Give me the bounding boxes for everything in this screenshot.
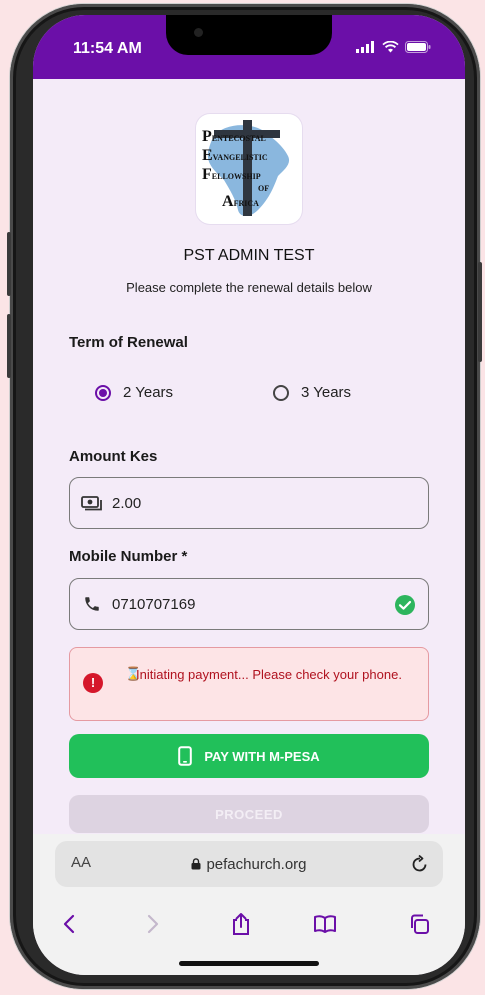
side-button-left-2 xyxy=(7,314,11,378)
alert-message: Initiating payment... Please check your … xyxy=(136,667,402,682)
mobile-label: Mobile Number * xyxy=(69,548,188,565)
page-subtitle: Please complete the renewal details belo… xyxy=(126,280,372,295)
mobile-number-field[interactable]: 0710707169 xyxy=(69,578,429,630)
bookmarks-icon[interactable] xyxy=(311,910,339,938)
side-button-right xyxy=(478,262,482,362)
mobile-value: 0710707169 xyxy=(112,595,196,613)
share-icon[interactable] xyxy=(227,910,255,938)
forward-icon[interactable] xyxy=(139,910,167,938)
logo-line-4: OF xyxy=(258,184,270,193)
status-time: 11:54 AM xyxy=(73,40,142,57)
term-label: Term of Renewal xyxy=(69,334,188,351)
radio-label-3-years: 3 Years xyxy=(301,384,352,401)
phone-screen: 11:54 AM PENTECOSTAL EVANGELISTIC FELLOW… xyxy=(33,15,465,975)
mobile-phone-icon xyxy=(178,746,193,766)
home-indicator xyxy=(179,961,319,966)
page-title: PST ADMIN TEST xyxy=(183,247,315,264)
logo-line-1: PENTECOSTAL xyxy=(202,128,266,145)
logo-text: PENTECOSTAL EVANGELISTIC FELLOWSHIP OF A… xyxy=(202,128,302,212)
logo-line-3: FELLOWSHIP xyxy=(202,166,261,183)
signal-icon xyxy=(356,41,374,53)
tabs-icon[interactable] xyxy=(405,910,433,938)
logo-line-5: AFRICA xyxy=(222,193,259,210)
back-icon[interactable] xyxy=(55,910,83,938)
status-icons xyxy=(356,41,431,53)
lock-icon xyxy=(191,858,201,870)
radio-2-years[interactable]: 2 Years xyxy=(95,384,173,401)
logo-line-2: EVANGELISTIC xyxy=(202,147,268,164)
amount-label: Amount Kes xyxy=(69,448,158,465)
camera-icon xyxy=(194,28,203,37)
safari-browser-bar: AA pefachurch.org xyxy=(33,834,465,975)
payment-status-alert: ! ⌛ Initiating payment... Please check y… xyxy=(69,647,429,721)
pay-button-label: PAY WITH M-PESA xyxy=(204,748,320,764)
reload-icon[interactable] xyxy=(411,854,429,874)
wifi-icon xyxy=(382,41,399,53)
pay-with-mpesa-button[interactable]: PAY WITH M-PESA xyxy=(69,734,429,778)
radio-unselected-icon[interactable] xyxy=(273,384,289,401)
browser-toolbar xyxy=(33,910,465,940)
error-icon: ! xyxy=(83,673,103,693)
radio-label-2-years: 2 Years xyxy=(123,384,174,401)
phone-icon xyxy=(80,595,104,613)
check-circle-icon xyxy=(395,595,415,615)
proceed-button[interactable]: PROCEED xyxy=(69,795,429,833)
status-bar: 11:54 AM xyxy=(33,15,465,79)
address-bar[interactable]: AA pefachurch.org xyxy=(55,841,443,887)
radio-selected-icon[interactable] xyxy=(95,384,111,401)
amount-field[interactable]: 2.00 xyxy=(69,477,429,529)
url-text: pefachurch.org xyxy=(206,856,307,873)
url-display[interactable]: pefachurch.org xyxy=(55,856,443,873)
pefa-logo: PENTECOSTAL EVANGELISTIC FELLOWSHIP OF A… xyxy=(196,114,302,224)
amount-value: 2.00 xyxy=(112,494,142,512)
cash-icon xyxy=(80,495,104,511)
side-button-left xyxy=(7,232,11,296)
radio-3-years[interactable]: 3 Years xyxy=(273,384,351,401)
renewal-form: PENTECOSTAL EVANGELISTIC FELLOWSHIP OF A… xyxy=(33,79,465,834)
dynamic-notch xyxy=(166,15,332,55)
battery-icon xyxy=(405,41,431,53)
